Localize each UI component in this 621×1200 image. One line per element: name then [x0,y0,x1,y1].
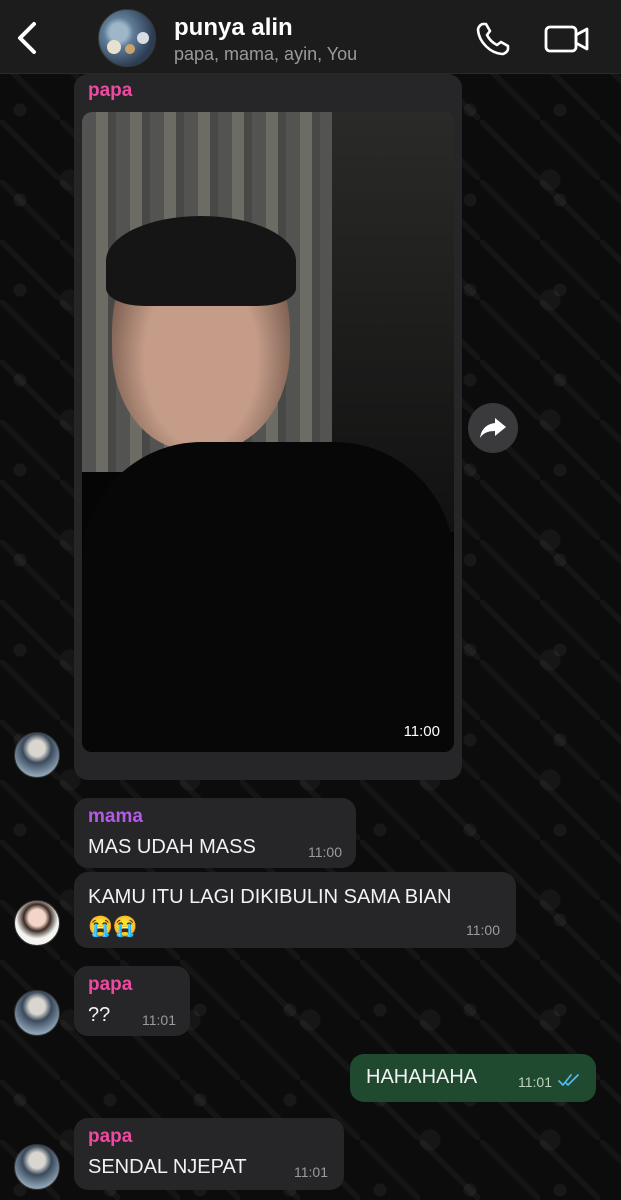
sender-name: papa [88,974,133,995]
message-bubble[interactable]: papa SENDAL NJEPAT 11:01 [74,1118,344,1190]
message-text: HAHAHAHA [366,1066,478,1088]
sender-name: papa [88,1126,133,1147]
chevron-left-icon [18,22,36,54]
message-text: ?? [88,1004,111,1026]
message-bubble[interactable]: KAMU ITU LAGI DIKIBULIN SAMA BIAN 😭😭 11:… [74,872,516,948]
message-time: 11:01 [142,1012,176,1028]
message-text: SENDAL NJEPAT [88,1156,247,1178]
video-call-button[interactable] [544,22,590,56]
sender-name: mama [88,806,143,827]
avatar[interactable] [14,900,60,946]
chat-header: punya alin papa, mama, ayin, You [0,0,621,74]
message-time: 11:00 [466,922,500,938]
message-bubble-outgoing[interactable]: HAHAHAHA 11:01 [350,1054,596,1102]
message-text: KAMU ITU LAGI DIKIBULIN SAMA BIAN [88,886,452,908]
video-camera-icon [544,25,589,53]
phone-icon [476,22,510,56]
message-emoji: 😭😭 [88,916,138,938]
sender-name: papa [88,80,133,101]
chat-title[interactable]: punya alin [174,14,293,42]
message-bubble-photo[interactable]: papa 11:00 [74,74,462,780]
group-avatar[interactable] [98,9,156,67]
message-time: 11:00 [308,844,342,860]
avatar[interactable] [14,732,60,778]
voice-call-button[interactable] [474,20,512,58]
message-bubble[interactable]: papa ?? 11:01 [74,966,190,1036]
message-time: 11:01 [294,1164,328,1180]
read-receipt-icon [558,1074,579,1086]
avatar[interactable] [14,990,60,1036]
message-text: MAS UDAH MASS [88,836,256,858]
avatar[interactable] [14,1144,60,1190]
message-time: 11:00 [403,723,440,740]
back-button[interactable] [12,20,42,56]
message-time: 11:01 [518,1074,552,1090]
chat-participants[interactable]: papa, mama, ayin, You [174,44,357,65]
message-bubble[interactable]: mama MAS UDAH MASS 11:00 [74,798,356,868]
shared-photo[interactable]: 11:00 [82,112,454,752]
forward-arrow-icon [480,418,506,438]
forward-button[interactable] [468,403,518,453]
